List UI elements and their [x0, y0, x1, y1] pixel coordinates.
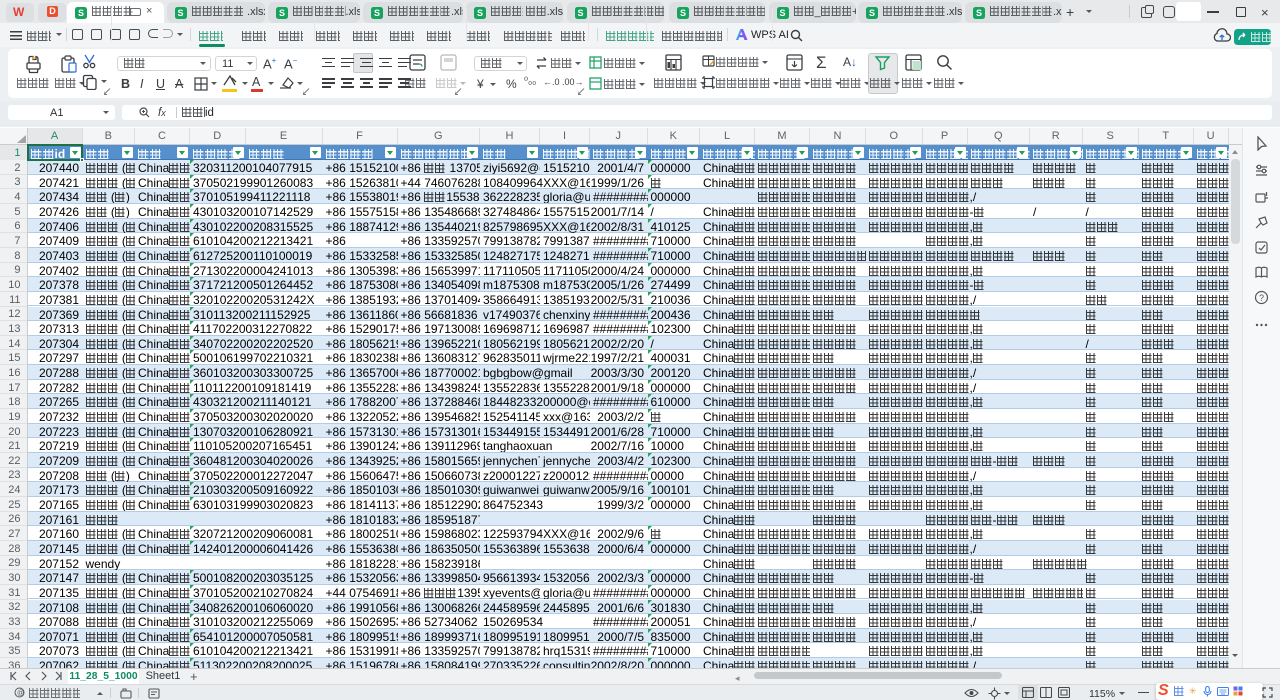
- svg-text:@: @: [17, 690, 24, 697]
- svg-text:?: ?: [1259, 293, 1264, 303]
